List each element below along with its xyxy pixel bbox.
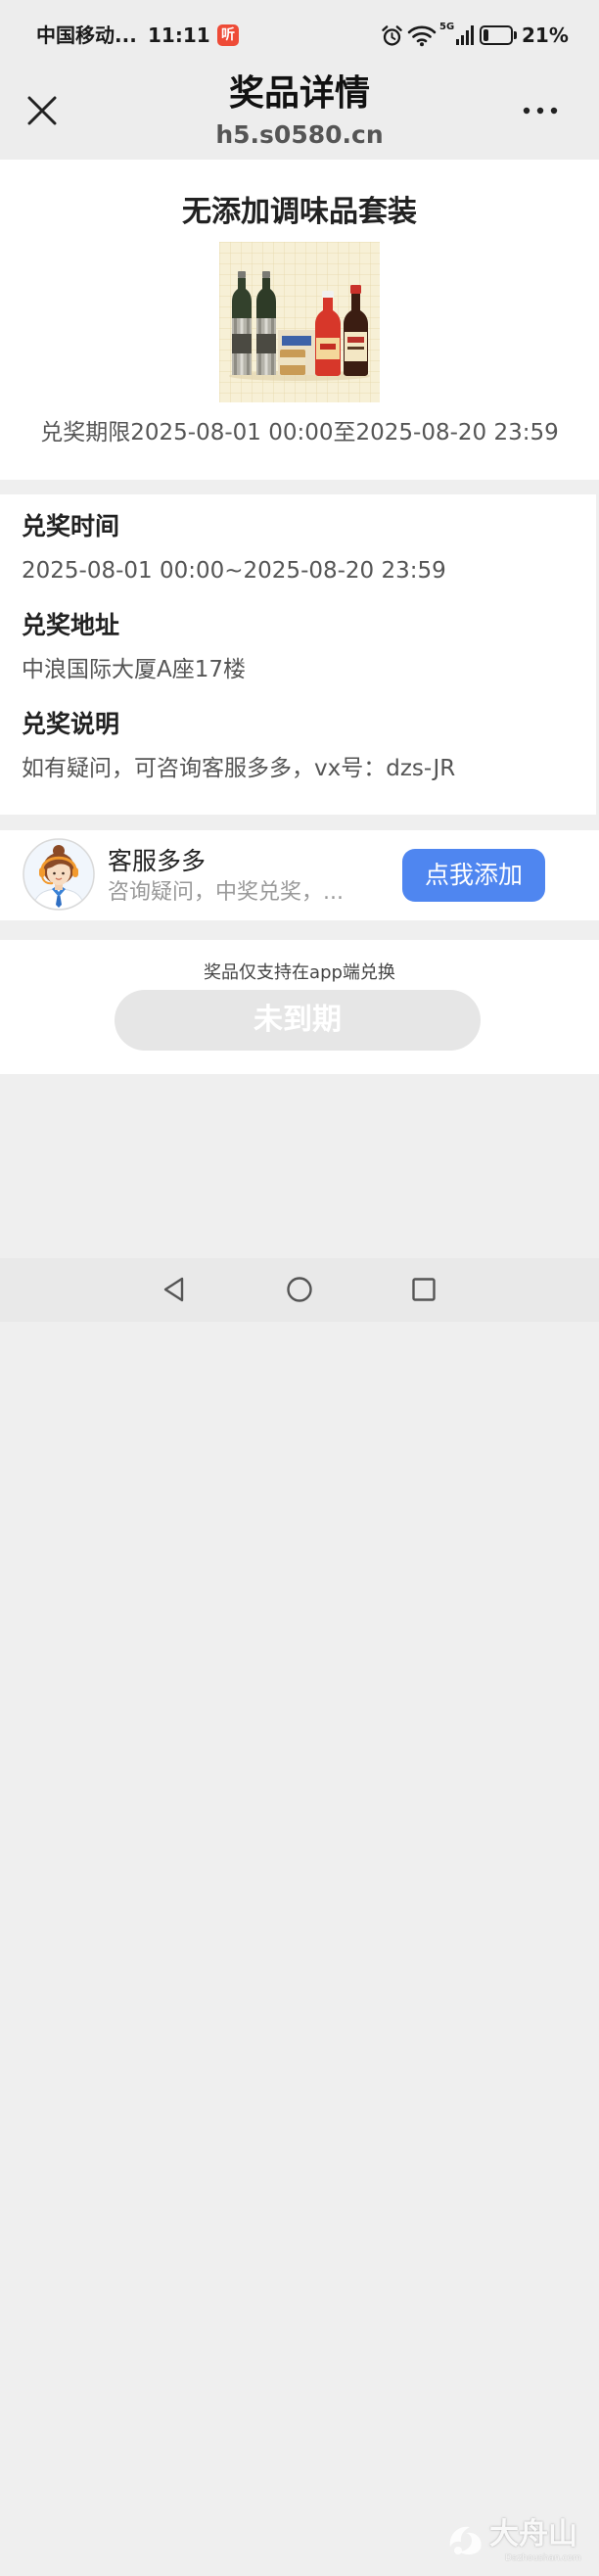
close-icon[interactable] (25, 94, 59, 127)
customer-service-card: 客服多多 咨询疑问，中奖兑奖，... 点我添加 (0, 830, 599, 920)
battery-terminal (514, 31, 517, 39)
status-bar: 中国移动... 11:11 听 5G 21% (0, 0, 599, 69)
info-value: 如有疑问，可咨询客服多多，vx号：dzs-JR (22, 756, 456, 781)
system-nav-bar: 大舟山 Dazhoushan.com (0, 1258, 599, 2563)
info-label: 兑奖时间 (22, 512, 120, 540)
battery-percent: 21% (522, 23, 569, 47)
wifi-icon (407, 25, 437, 47)
signal-icon (456, 25, 474, 45)
home-icon[interactable] (283, 1273, 316, 1306)
prize-name: 无添加调味品套装 (182, 195, 417, 229)
info-label: 兑奖说明 (22, 710, 120, 738)
prize-card: 无添加调味品套装 兑奖期限2025-08-01 00:00至2025-08-20… (0, 160, 599, 480)
dazhoushan-logo-icon (449, 2526, 482, 2555)
info-item-address: 兑奖地址 中浪国际大厦A座17楼 (0, 609, 596, 708)
customer-service-description: 咨询疑问，中奖兑奖，... (108, 880, 344, 905)
prize-validity-period: 兑奖期限2025-08-01 00:00至2025-08-20 23:59 (40, 420, 559, 445)
network-type-label: 5G (439, 22, 455, 32)
info-item-time: 兑奖时间 2025-08-01 00:00~2025-08-20 23:59 (0, 510, 596, 609)
battery-icon (480, 25, 517, 45)
info-value: 2025-08-01 00:00~2025-08-20 23:59 (22, 558, 446, 584)
customer-service-name: 客服多多 (108, 847, 207, 875)
add-contact-button[interactable]: 点我添加 (402, 849, 545, 902)
carrier-name: 中国移动... (36, 23, 137, 47)
page-domain: h5.s0580.cn (215, 120, 384, 149)
watermark: 大舟山 Dazhoushan.com (442, 2515, 595, 2576)
page-header: 奖品详情 h5.s0580.cn (0, 69, 599, 160)
info-item-instructions: 兑奖说明 如有疑问，可咨询客服多多，vx号：dzs-JR (0, 708, 596, 807)
page-title: 奖品详情 (228, 73, 370, 114)
redeem-button[interactable]: 未到期 (115, 990, 481, 1051)
recents-icon[interactable] (407, 1273, 440, 1306)
info-value: 中浪国际大厦A座17楼 (22, 657, 247, 682)
battery-level-fill (484, 29, 489, 41)
redemption-info-card: 兑奖时间 2025-08-01 00:00~2025-08-20 23:59 兑… (0, 494, 596, 815)
redeem-card: 奖品仅支持在app端兑换 未到期 (0, 940, 599, 1074)
info-label: 兑奖地址 (22, 611, 120, 639)
back-icon[interactable] (158, 1273, 191, 1306)
watermark-site: Dazhoushan.com (505, 2553, 581, 2563)
status-time: 11:11 (148, 23, 210, 47)
product-image (219, 242, 380, 402)
watermark-brand: 大舟山 (489, 2517, 577, 2552)
more-icon[interactable] (519, 102, 562, 119)
redeem-note: 奖品仅支持在app端兑换 (204, 962, 395, 983)
alarm-icon (382, 25, 402, 46)
listen-app-badge-icon: 听 (217, 24, 239, 46)
customer-service-avatar (23, 838, 95, 911)
